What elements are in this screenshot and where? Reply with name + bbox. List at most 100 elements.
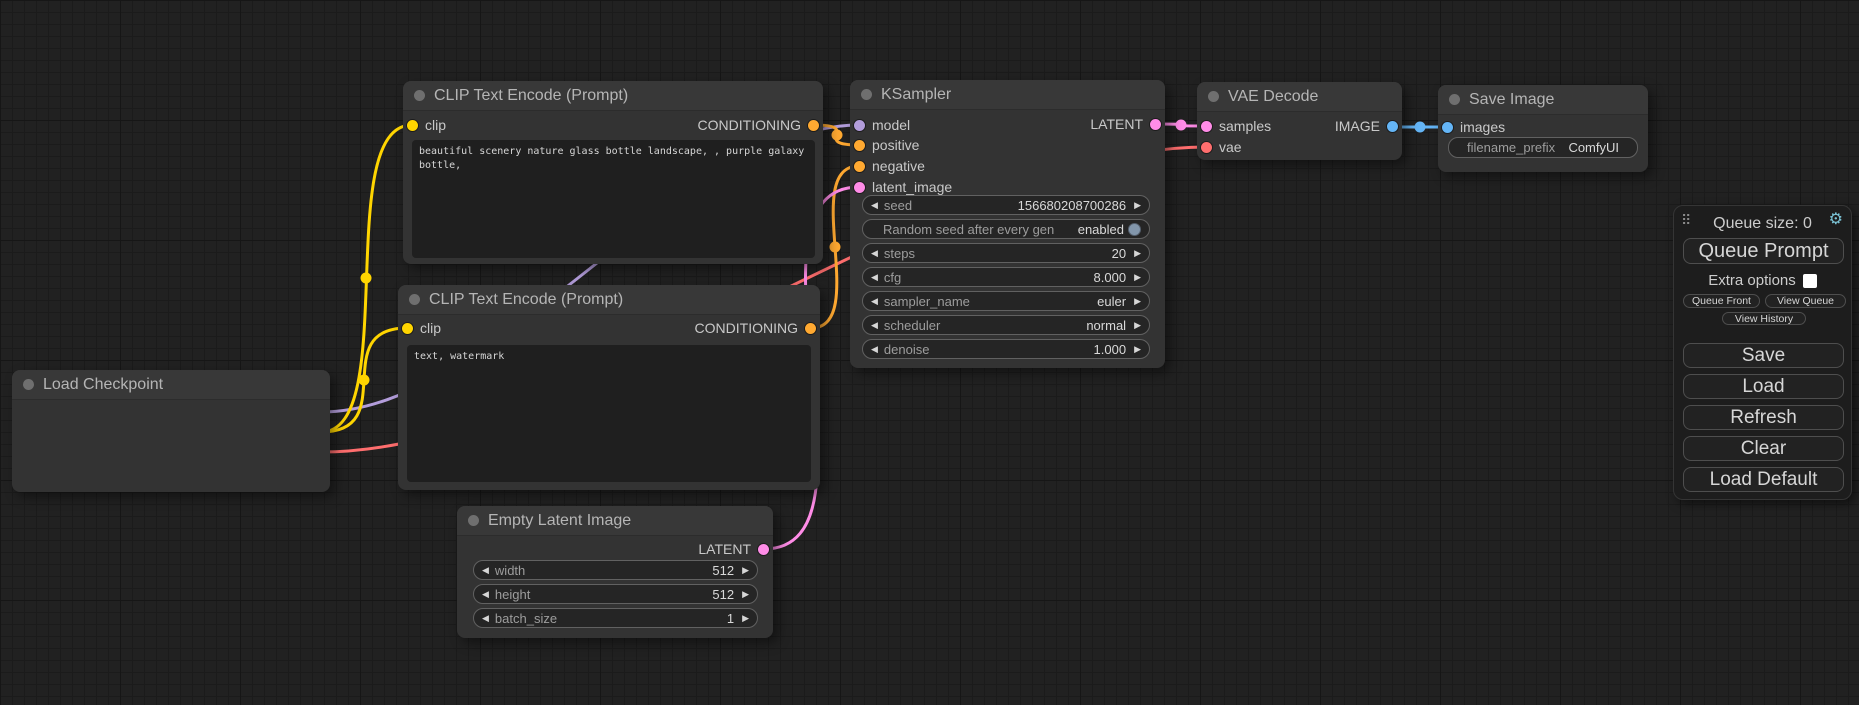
scheduler-widget[interactable]: ◀ scheduler normal ▶: [862, 315, 1150, 335]
widget-label: filename_prefix: [1467, 140, 1555, 155]
increment-arrow-icon[interactable]: ▶: [742, 614, 749, 623]
latent-image-input-port[interactable]: [854, 182, 865, 193]
extra-options-label: Extra options: [1708, 272, 1796, 289]
increment-arrow-icon[interactable]: ▶: [742, 566, 749, 575]
model-input-label: model: [872, 115, 910, 135]
collapse-dot-icon[interactable]: [23, 379, 34, 390]
decrement-arrow-icon[interactable]: ◀: [482, 566, 489, 575]
queue-prompt-button[interactable]: Queue Prompt: [1683, 238, 1844, 264]
images-input-port[interactable]: [1442, 122, 1453, 133]
increment-arrow-icon[interactable]: ▶: [1134, 249, 1141, 258]
node-title-bar[interactable]: CLIP Text Encode (Prompt): [398, 285, 820, 315]
decrement-arrow-icon[interactable]: ◀: [482, 590, 489, 599]
decrement-arrow-icon[interactable]: ◀: [871, 273, 878, 282]
node-title: Empty Latent Image: [488, 512, 631, 530]
cfg-widget[interactable]: ◀ cfg 8.000 ▶: [862, 267, 1150, 287]
node-clip-text-encode-positive[interactable]: CLIP Text Encode (Prompt) clip CONDITION…: [403, 81, 823, 264]
toggle-enabled-icon[interactable]: [1128, 223, 1141, 236]
queue-size-label: Queue size: 0: [1674, 215, 1851, 233]
widget-value: 512: [712, 563, 734, 578]
decrement-arrow-icon[interactable]: ◀: [871, 249, 878, 258]
increment-arrow-icon[interactable]: ▶: [1134, 273, 1141, 282]
latent-output-port[interactable]: [1150, 119, 1161, 130]
extra-options-checkbox[interactable]: [1803, 274, 1817, 288]
refresh-button[interactable]: Refresh: [1683, 405, 1844, 430]
height-widget[interactable]: ◀ height 512 ▶: [473, 584, 758, 604]
collapse-dot-icon[interactable]: [409, 294, 420, 305]
decrement-arrow-icon[interactable]: ◀: [482, 614, 489, 623]
filename-prefix-widget[interactable]: filename_prefix ComfyUI: [1448, 137, 1638, 158]
node-ksampler[interactable]: KSampler model positive negative latent_…: [850, 80, 1165, 368]
queue-panel: ⠿ Queue size: 0 ⚙ Queue Prompt Extra opt…: [1673, 205, 1852, 500]
link-midpoint-dot: [830, 242, 841, 253]
conditioning-output-port[interactable]: [808, 120, 819, 131]
decrement-arrow-icon[interactable]: ◀: [871, 297, 878, 306]
node-vae-decode[interactable]: VAE Decode samples vae IMAGE: [1197, 82, 1402, 160]
decrement-arrow-icon[interactable]: ◀: [871, 345, 878, 354]
latent-output-port[interactable]: [758, 544, 769, 555]
increment-arrow-icon[interactable]: ▶: [742, 590, 749, 599]
node-empty-latent-image[interactable]: Empty Latent Image LATENT ◀ width 512 ▶ …: [457, 506, 773, 638]
model-input-port[interactable]: [854, 120, 865, 131]
node-title-bar[interactable]: Empty Latent Image: [457, 506, 773, 536]
node-load-checkpoint[interactable]: Load Checkpoint MODEL CLIP VAE ◀ ckpt_na…: [12, 370, 330, 492]
image-output-port[interactable]: [1387, 121, 1398, 132]
node-save-image[interactable]: Save Image images filename_prefix ComfyU…: [1438, 85, 1648, 172]
width-widget[interactable]: ◀ width 512 ▶: [473, 560, 758, 580]
collapse-dot-icon[interactable]: [861, 89, 872, 100]
negative-input-port[interactable]: [854, 161, 865, 172]
collapse-dot-icon[interactable]: [1449, 94, 1460, 105]
decrement-arrow-icon[interactable]: ◀: [871, 321, 878, 330]
queue-front-button[interactable]: Queue Front: [1683, 294, 1760, 308]
collapse-dot-icon[interactable]: [414, 90, 425, 101]
widget-value: euler: [1097, 294, 1126, 309]
collapse-dot-icon[interactable]: [1208, 91, 1219, 102]
conditioning-output-label: CONDITIONING: [698, 115, 801, 135]
save-button[interactable]: Save: [1683, 343, 1844, 368]
widget-value: 1: [727, 611, 734, 626]
denoise-widget[interactable]: ◀ denoise 1.000 ▶: [862, 339, 1150, 359]
conditioning-output-port[interactable]: [805, 323, 816, 334]
load-button[interactable]: Load: [1683, 374, 1844, 399]
widget-label: steps: [884, 246, 915, 261]
clip-input-label: clip: [425, 115, 446, 135]
node-title-bar[interactable]: KSampler: [850, 80, 1165, 110]
gear-icon[interactable]: ⚙: [1829, 212, 1843, 228]
load-default-button[interactable]: Load Default: [1683, 467, 1844, 492]
link-midpoint-dot: [1415, 122, 1426, 133]
node-graph-canvas[interactable]: Load Checkpoint MODEL CLIP VAE ◀ ckpt_na…: [0, 0, 1859, 705]
view-history-button[interactable]: View History: [1722, 312, 1806, 325]
increment-arrow-icon[interactable]: ▶: [1134, 201, 1141, 210]
collapse-dot-icon[interactable]: [468, 515, 479, 526]
node-title-bar[interactable]: Save Image: [1438, 85, 1648, 115]
positive-input-port[interactable]: [854, 140, 865, 151]
negative-prompt-textarea[interactable]: text, watermark: [407, 345, 811, 482]
samples-input-port[interactable]: [1201, 121, 1212, 132]
view-queue-button[interactable]: View Queue: [1765, 294, 1846, 308]
vae-input-port[interactable]: [1201, 142, 1212, 153]
node-clip-text-encode-negative[interactable]: CLIP Text Encode (Prompt) clip CONDITION…: [398, 285, 820, 490]
latent-image-input-label: latent_image: [872, 177, 952, 197]
widget-label: scheduler: [884, 318, 940, 333]
clip-input-label: clip: [420, 318, 441, 338]
batch-size-widget[interactable]: ◀ batch_size 1 ▶: [473, 608, 758, 628]
increment-arrow-icon[interactable]: ▶: [1134, 297, 1141, 306]
decrement-arrow-icon[interactable]: ◀: [871, 201, 878, 210]
node-title-bar[interactable]: VAE Decode: [1197, 82, 1402, 112]
widget-label: denoise: [884, 342, 930, 357]
node-title: KSampler: [881, 86, 951, 104]
steps-widget[interactable]: ◀ steps 20 ▶: [862, 243, 1150, 263]
positive-prompt-textarea[interactable]: beautiful scenery nature glass bottle la…: [412, 140, 815, 258]
increment-arrow-icon[interactable]: ▶: [1134, 345, 1141, 354]
sampler-name-widget[interactable]: ◀ sampler_name euler ▶: [862, 291, 1150, 311]
clip-input-port[interactable]: [402, 323, 413, 334]
increment-arrow-icon[interactable]: ▶: [1134, 321, 1141, 330]
seed-widget[interactable]: ◀ seed 156680208700286 ▶: [862, 195, 1150, 215]
link-midpoint-dot: [832, 130, 843, 141]
node-title-bar[interactable]: Load Checkpoint: [12, 370, 330, 400]
node-title-bar[interactable]: CLIP Text Encode (Prompt): [403, 81, 823, 111]
clip-input-port[interactable]: [407, 120, 418, 131]
clear-button[interactable]: Clear: [1683, 436, 1844, 461]
random-seed-toggle-widget[interactable]: Random seed after every gen enabled: [862, 219, 1150, 239]
link-midpoint-dot: [361, 273, 372, 284]
